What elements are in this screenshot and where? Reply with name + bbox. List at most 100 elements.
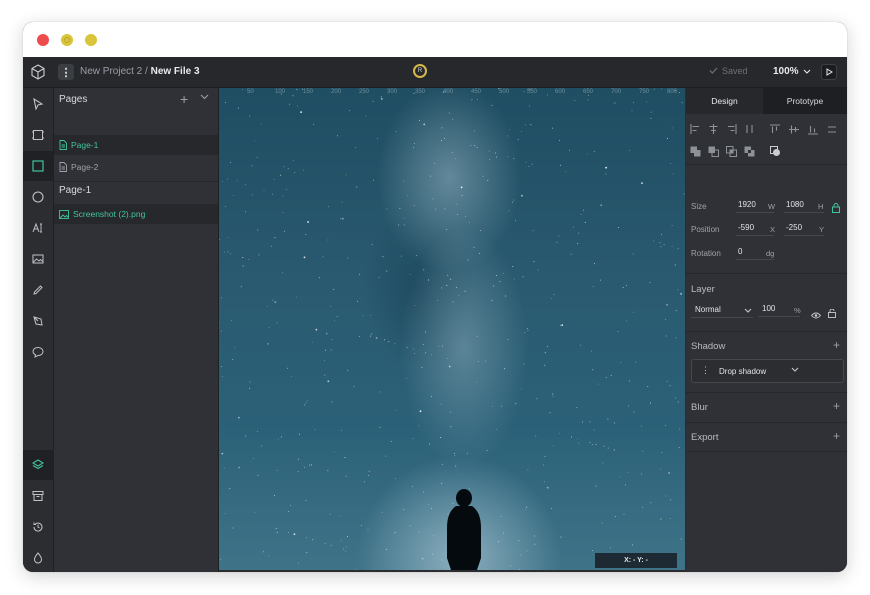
y-input[interactable]: -250	[784, 223, 824, 236]
tab-design[interactable]: Design	[686, 88, 763, 114]
align-middle-icon[interactable]	[787, 122, 801, 136]
tool-sidebar	[23, 88, 54, 572]
blend-mode-select[interactable]: Normal	[691, 303, 753, 318]
image-tool[interactable]	[23, 244, 53, 274]
add-export-button[interactable]: +	[833, 429, 840, 443]
frame-icon	[32, 130, 44, 140]
x-input[interactable]: -590	[736, 223, 774, 236]
text-icon	[32, 222, 42, 233]
path-tool[interactable]	[23, 306, 53, 336]
pencil-tool[interactable]	[23, 275, 53, 305]
union-icon[interactable]	[688, 144, 702, 158]
export-section-title: Export	[691, 432, 719, 443]
divider	[686, 331, 847, 332]
divider	[54, 181, 218, 182]
shadow-section-title: Shadow	[691, 341, 726, 352]
rotation-unit: dg	[766, 249, 775, 258]
position-label: Position	[691, 225, 720, 234]
distribute-horizontal-icon[interactable]	[742, 122, 756, 136]
play-icon[interactable]	[821, 64, 837, 80]
avatar[interactable]: R	[413, 64, 427, 78]
shadow-row[interactable]: ⋮ Drop shadow	[691, 359, 844, 383]
kebab-menu-icon[interactable]: ⋮	[58, 64, 74, 80]
droplet-icon	[33, 552, 43, 564]
cursor-icon	[33, 98, 44, 110]
comment-icon	[32, 346, 44, 358]
rectangle-tool[interactable]	[23, 151, 53, 181]
layers-icon	[32, 459, 44, 470]
comment-tool[interactable]	[23, 337, 53, 367]
window-titlebar	[23, 22, 847, 57]
lock-icon[interactable]	[832, 200, 840, 218]
mask-icon[interactable]	[768, 144, 782, 158]
current-page-title: Page-1	[59, 185, 92, 196]
props-tabs: Design Prototype	[686, 88, 847, 114]
layers-panel: Pages + Page-1 Page-2 Page-1 Screenshot …	[54, 88, 219, 572]
assets-toggle[interactable]	[23, 481, 53, 511]
align-bottom-icon[interactable]	[806, 122, 820, 136]
check-icon	[709, 67, 718, 74]
align-left-icon[interactable]	[688, 122, 702, 136]
chevron-down-icon[interactable]	[791, 367, 799, 372]
page-item-page-1[interactable]: Page-1	[54, 135, 218, 155]
app-window: ⋮ New Project 2 / New File 3 R Saved 100…	[23, 22, 847, 572]
add-page-button[interactable]: +	[180, 91, 188, 107]
ellipse-icon	[32, 191, 44, 203]
eye-icon[interactable]	[810, 306, 822, 324]
canvas-area[interactable]: 50 100 150 200 250 300 350 400 450 500 550 600 650 70…	[219, 88, 685, 572]
milky-way-image[interactable]: 50 100 150 200 250 300 350 400 450 500 550 600 650 70…	[219, 88, 685, 570]
ellipse-tool[interactable]	[23, 182, 53, 212]
pages-title: Pages	[59, 94, 88, 105]
divider	[686, 422, 847, 423]
shadow-options-icon[interactable]: ⋮	[701, 365, 710, 376]
exclude-icon[interactable]	[742, 144, 756, 158]
size-label: Size	[691, 202, 707, 211]
rotation-label: Rotation	[691, 249, 721, 258]
chevron-down-icon[interactable]	[200, 94, 209, 100]
align-top-icon[interactable]	[768, 122, 782, 136]
archive-icon	[32, 491, 44, 501]
intersect-icon[interactable]	[724, 144, 738, 158]
tab-prototype[interactable]: Prototype	[763, 88, 847, 114]
opacity-unit: %	[794, 306, 801, 315]
cursor-coordinates: X: - Y: -	[595, 553, 677, 568]
history-icon	[33, 522, 43, 532]
breadcrumb-separator: /	[142, 66, 151, 77]
add-shadow-button[interactable]: +	[833, 338, 840, 352]
file-name[interactable]: New File 3	[151, 66, 200, 77]
pencil-icon	[33, 285, 43, 295]
minimize-window-button[interactable]	[61, 34, 73, 46]
add-blur-button[interactable]: +	[833, 399, 840, 413]
subtract-icon[interactable]	[706, 144, 720, 158]
shadow-type-value: Drop shadow	[719, 367, 767, 376]
close-window-button[interactable]	[37, 34, 49, 46]
pen-nib-icon	[33, 316, 43, 326]
frame-tool[interactable]	[23, 120, 53, 150]
properties-panel: Design Prototype Size 1920 W 1080 H Posi…	[686, 88, 847, 572]
text-tool[interactable]	[23, 213, 53, 243]
color-toggle[interactable]	[23, 543, 53, 572]
history-toggle[interactable]	[23, 512, 53, 542]
distribute-vertical-icon[interactable]	[825, 122, 839, 136]
pages-header: Pages +	[54, 88, 218, 112]
project-name[interactable]: New Project 2	[80, 66, 142, 77]
cube-logo-icon[interactable]	[23, 57, 53, 87]
y-unit: Y	[819, 225, 825, 234]
maximize-window-button[interactable]	[85, 34, 97, 46]
person-silhouette	[447, 489, 481, 570]
top-bar: ⋮ New Project 2 / New File 3 R Saved 100…	[23, 57, 847, 88]
unlock-icon[interactable]	[828, 305, 836, 323]
zoom-dropdown[interactable]: 100%	[773, 66, 811, 77]
align-right-icon[interactable]	[724, 122, 738, 136]
chevron-down-icon	[803, 69, 811, 74]
layer-item-screenshot[interactable]: Screenshot (2).png	[54, 204, 218, 224]
saved-label: Saved	[722, 66, 748, 76]
page-item-page-2[interactable]: Page-2	[54, 157, 218, 177]
image-layer-icon	[59, 209, 69, 219]
rectangle-icon	[32, 160, 44, 172]
page-label: Page-1	[71, 140, 99, 150]
saved-status: Saved	[709, 66, 748, 76]
select-tool[interactable]	[23, 89, 53, 119]
layers-toggle[interactable]	[23, 450, 53, 480]
align-center-icon[interactable]	[706, 122, 720, 136]
